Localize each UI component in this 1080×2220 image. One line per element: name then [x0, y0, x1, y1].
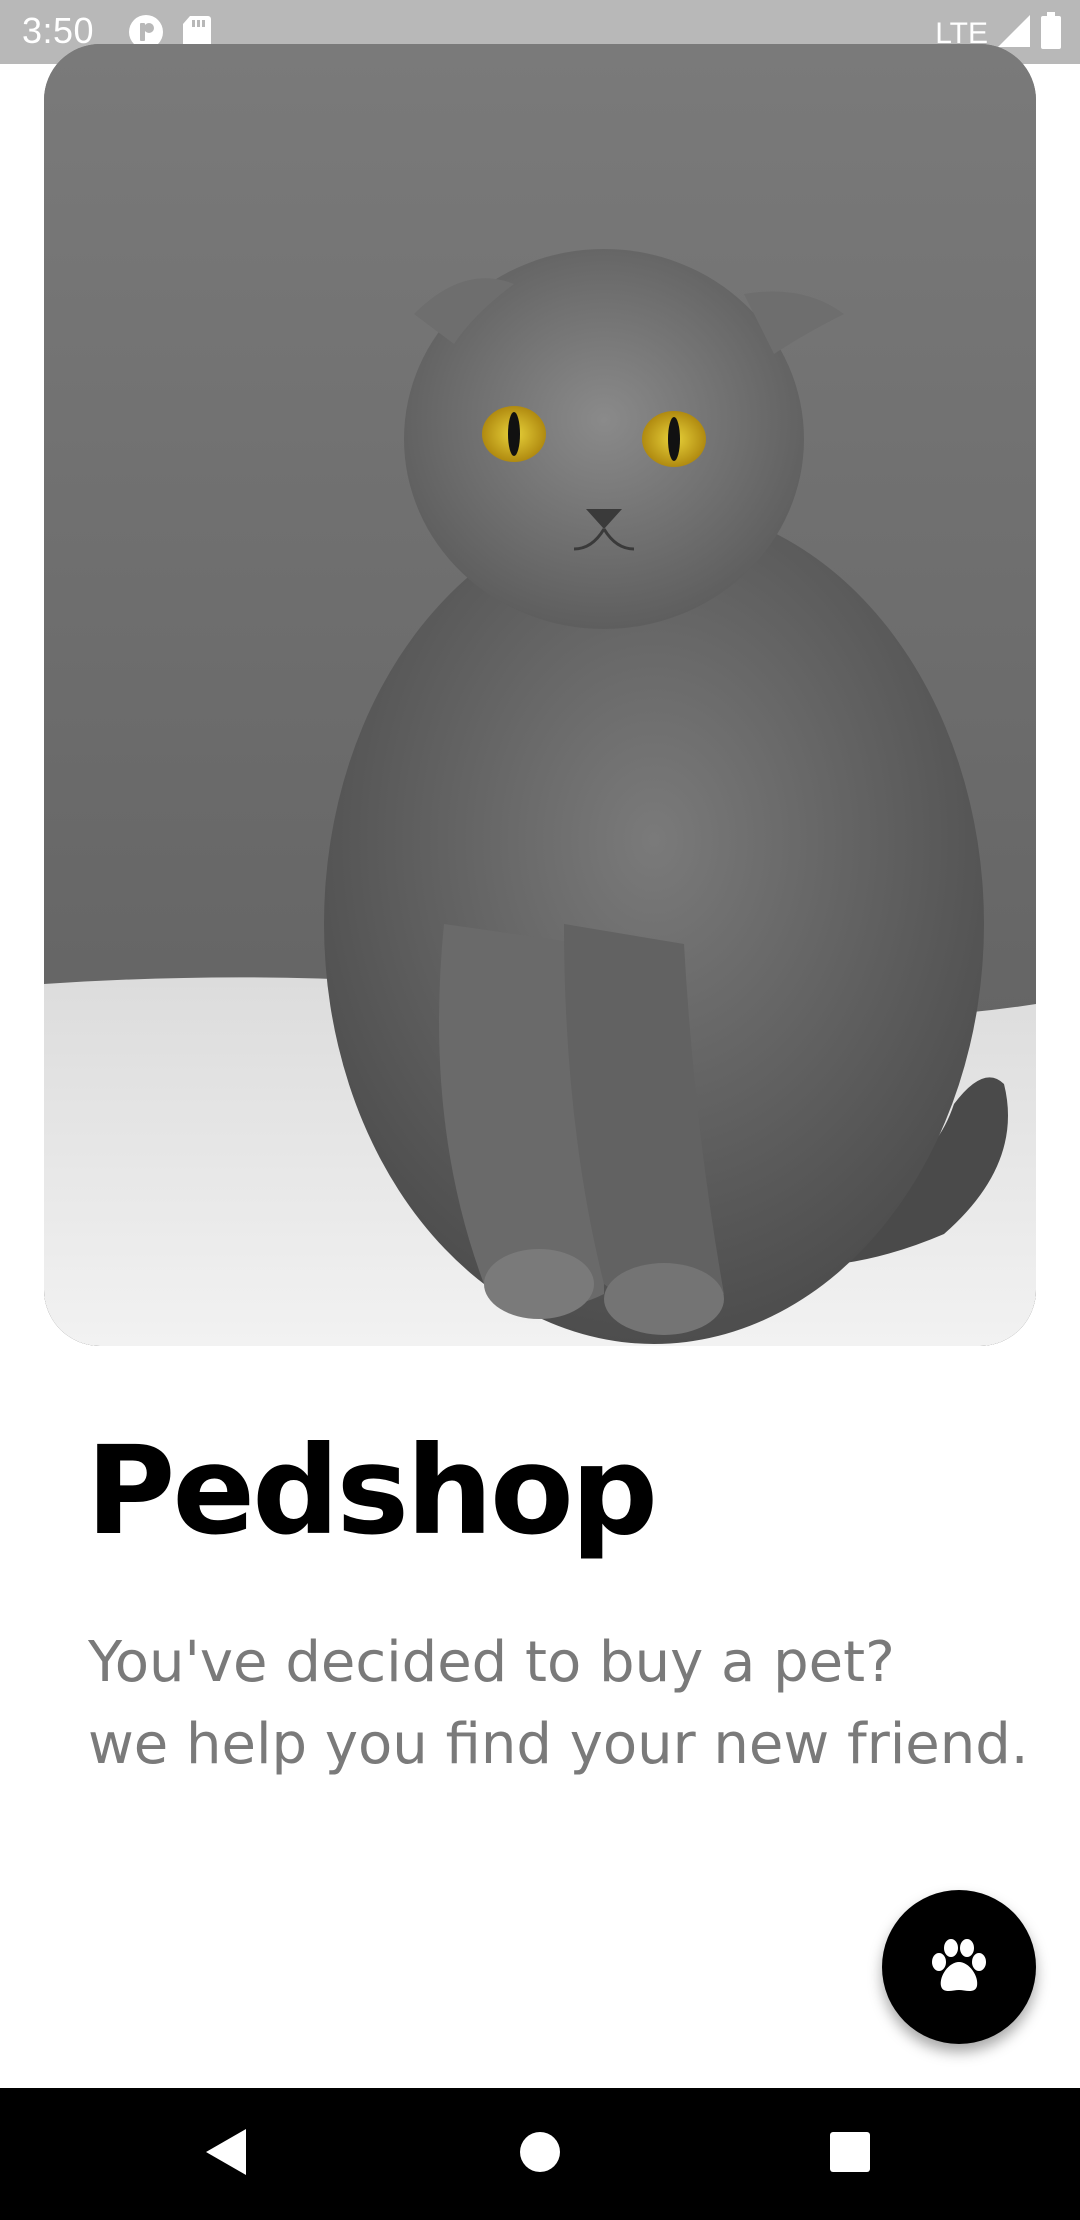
recents-button[interactable] — [810, 2114, 890, 2194]
battery-icon — [1040, 12, 1062, 55]
subtitle-line-1: You've decided to buy a pet? — [88, 1630, 895, 1695]
hero-image — [44, 44, 1036, 1346]
cat-photo — [44, 44, 1036, 1346]
back-button[interactable] — [186, 2114, 266, 2194]
paw-icon — [929, 1938, 989, 1997]
app-title: Pedshop — [86, 1420, 658, 1562]
navigation-bar — [0, 2088, 1080, 2220]
home-button[interactable] — [500, 2114, 580, 2194]
recents-icon — [829, 2131, 871, 2178]
paw-fab-button[interactable] — [882, 1890, 1036, 2044]
home-icon — [518, 2130, 562, 2179]
back-icon — [204, 2127, 248, 2182]
app-subtitle: You've decided to buy a pet? we help you… — [88, 1622, 1029, 1786]
subtitle-line-2: we help you find your new friend. — [88, 1712, 1029, 1777]
